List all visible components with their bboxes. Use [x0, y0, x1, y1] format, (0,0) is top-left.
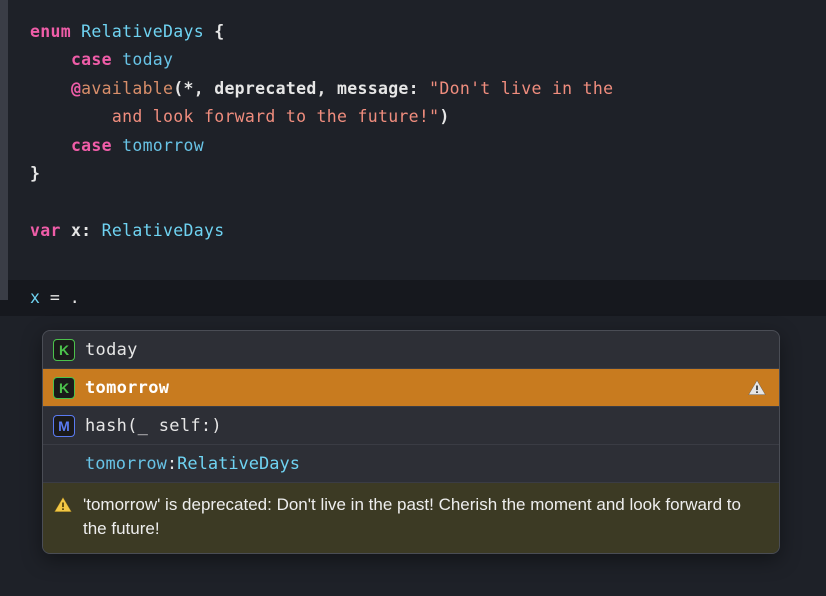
case-today: today	[122, 50, 173, 69]
warning-icon	[53, 495, 73, 515]
code-editor[interactable]: enum RelativeDays { case today @availabl…	[0, 0, 826, 245]
completion-item-hash[interactable]: M hash(_ self:)	[43, 407, 779, 445]
completion-popup: K today K tomorrow M hash(_ self:) tomor…	[42, 330, 780, 554]
completion-label: tomorrow	[85, 378, 737, 398]
string-literal: and look forward to the future!"	[112, 107, 439, 126]
code-line: and look forward to the future!")	[30, 103, 826, 131]
completion-label: today	[85, 340, 767, 360]
var-name: x	[71, 221, 81, 240]
keyword-enum: enum	[30, 22, 71, 41]
code-line: enum RelativeDays {	[30, 18, 826, 46]
keyword-var: var	[30, 221, 61, 240]
code-line: }	[30, 160, 826, 188]
kind-icon-k: K	[53, 339, 75, 361]
detail-type: RelativeDays	[177, 454, 300, 474]
attr-at: @	[71, 79, 81, 98]
warning-icon	[747, 378, 767, 398]
code-line: var x: RelativeDays	[30, 217, 826, 245]
case-tomorrow: tomorrow	[122, 136, 204, 155]
input-rest: = .	[40, 288, 80, 307]
completion-detail: tomorrow: RelativeDays	[43, 445, 779, 483]
completion-item-today[interactable]: K today	[43, 331, 779, 369]
expression-input-bar[interactable]: x = .	[0, 280, 826, 316]
input-var: x	[30, 288, 40, 307]
completion-item-tomorrow[interactable]: K tomorrow	[43, 369, 779, 407]
kind-icon-m: M	[53, 415, 75, 437]
attr-name: available	[81, 79, 173, 98]
type-name: RelativeDays	[81, 22, 204, 41]
code-line: case today	[30, 46, 826, 74]
deprecation-warning: 'tomorrow' is deprecated: Don't live in …	[43, 483, 779, 553]
detail-name: tomorrow	[85, 454, 167, 474]
keyword-case: case	[71, 50, 112, 69]
warning-text: 'tomorrow' is deprecated: Don't live in …	[83, 493, 765, 541]
attr-args: (*, deprecated, message:	[173, 79, 429, 98]
code-line	[30, 188, 826, 216]
keyword-case: case	[71, 136, 112, 155]
code-line: case tomorrow	[30, 132, 826, 160]
var-type: RelativeDays	[102, 221, 225, 240]
completion-label: hash(_ self:)	[85, 416, 767, 436]
string-literal: "Don't live in the	[429, 79, 623, 98]
paren-close: )	[439, 107, 449, 126]
code-line: @available(*, deprecated, message: "Don'…	[30, 75, 826, 103]
editor-gutter	[0, 0, 8, 300]
kind-icon-k: K	[53, 377, 75, 399]
